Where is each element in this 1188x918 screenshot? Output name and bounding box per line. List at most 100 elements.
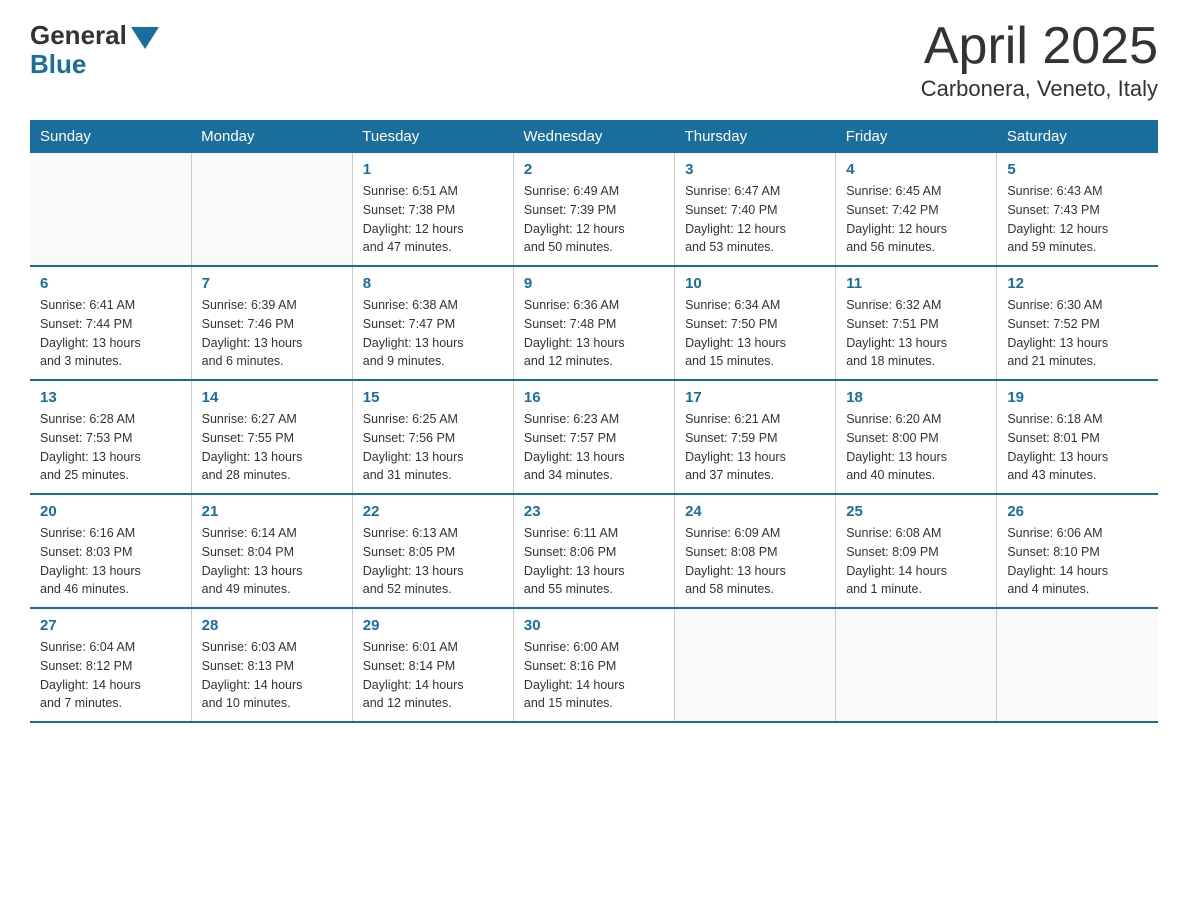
title-block: April 2025 Carbonera, Veneto, Italy [921,20,1158,102]
calendar-cell: 21 Sunrise: 6:14 AM Sunset: 8:04 PM Dayli… [191,494,352,608]
calendar-cell: 17Sunrise: 6:21 AM Sunset: 7:59 PM Dayli… [675,380,836,494]
day-number: 24 [685,503,825,520]
day-info: Sunrise: 6:27 AM Sunset: 7:55 PM Dayligh… [202,410,342,485]
weekday-header-monday: Monday [191,120,352,153]
day-info: Sunrise: 6:47 AM Sunset: 7:40 PM Dayligh… [685,182,825,257]
weekday-header-thursday: Thursday [675,120,836,153]
day-number: 3 [685,161,825,178]
day-info: Sunrise: 6:43 AM Sunset: 7:43 PM Dayligh… [1007,182,1148,257]
calendar-cell: 16Sunrise: 6:23 AM Sunset: 7:57 PM Dayli… [513,380,674,494]
calendar-cell: 20Sunrise: 6:16 AM Sunset: 8:03 PM Dayli… [30,494,191,608]
calendar-cell [997,608,1158,722]
calendar-cell [30,153,191,266]
day-info: Sunrise: 6:18 AM Sunset: 8:01 PM Dayligh… [1007,410,1148,485]
day-number: 14 [202,389,342,406]
day-info: Sunrise: 6:30 AM Sunset: 7:52 PM Dayligh… [1007,296,1148,371]
day-number: 11 [846,275,986,292]
calendar-week-4: 20Sunrise: 6:16 AM Sunset: 8:03 PM Dayli… [30,494,1158,608]
day-info: Sunrise: 6:32 AM Sunset: 7:51 PM Dayligh… [846,296,986,371]
day-info: Sunrise: 6:20 AM Sunset: 8:00 PM Dayligh… [846,410,986,485]
day-info: Sunrise: 6:04 AM Sunset: 8:12 PM Dayligh… [40,638,181,713]
calendar-cell: 22 Sunrise: 6:13 AM Sunset: 8:05 PM Dayli… [352,494,513,608]
calendar-cell: 4Sunrise: 6:45 AM Sunset: 7:42 PM Daylig… [836,153,997,266]
calendar-cell: 25 Sunrise: 6:08 AM Sunset: 8:09 PM Dayli… [836,494,997,608]
calendar-cell [191,153,352,266]
weekday-header-friday: Friday [836,120,997,153]
day-number: 2 [524,161,664,178]
calendar-header: SundayMondayTuesdayWednesdayThursdayFrid… [30,120,1158,153]
logo-general-text: General [30,20,127,51]
weekday-header-row: SundayMondayTuesdayWednesdayThursdayFrid… [30,120,1158,153]
day-number: 4 [846,161,986,178]
weekday-header-tuesday: Tuesday [352,120,513,153]
logo: General Blue [30,20,159,80]
calendar-cell: 10 Sunrise: 6:34 AM Sunset: 7:50 PM Dayli… [675,266,836,380]
calendar-cell: 11 Sunrise: 6:32 AM Sunset: 7:51 PM Dayli… [836,266,997,380]
day-info: Sunrise: 6:36 AM Sunset: 7:48 PM Dayligh… [524,296,664,371]
day-info: Sunrise: 6:03 AM Sunset: 8:13 PM Dayligh… [202,638,342,713]
day-number: 6 [40,275,181,292]
calendar-cell: 19 Sunrise: 6:18 AM Sunset: 8:01 PM Dayli… [997,380,1158,494]
calendar-title: April 2025 [921,20,1158,72]
calendar-cell: 9 Sunrise: 6:36 AM Sunset: 7:48 PM Daylig… [513,266,674,380]
calendar-cell: 6 Sunrise: 6:41 AM Sunset: 7:44 PM Daylig… [30,266,191,380]
day-number: 29 [363,617,503,634]
calendar-cell: 7Sunrise: 6:39 AM Sunset: 7:46 PM Daylig… [191,266,352,380]
calendar-week-2: 6 Sunrise: 6:41 AM Sunset: 7:44 PM Daylig… [30,266,1158,380]
day-info: Sunrise: 6:28 AM Sunset: 7:53 PM Dayligh… [40,410,181,485]
day-info: Sunrise: 6:49 AM Sunset: 7:39 PM Dayligh… [524,182,664,257]
day-info: Sunrise: 6:41 AM Sunset: 7:44 PM Dayligh… [40,296,181,371]
day-info: Sunrise: 6:39 AM Sunset: 7:46 PM Dayligh… [202,296,342,371]
calendar-cell: 14 Sunrise: 6:27 AM Sunset: 7:55 PM Dayli… [191,380,352,494]
day-number: 8 [363,275,503,292]
calendar-week-5: 27 Sunrise: 6:04 AM Sunset: 8:12 PM Dayli… [30,608,1158,722]
day-info: Sunrise: 6:13 AM Sunset: 8:05 PM Dayligh… [363,524,503,599]
calendar-cell: 26Sunrise: 6:06 AM Sunset: 8:10 PM Dayli… [997,494,1158,608]
weekday-header-wednesday: Wednesday [513,120,674,153]
calendar-table: SundayMondayTuesdayWednesdayThursdayFrid… [30,120,1158,723]
day-number: 28 [202,617,342,634]
calendar-cell: 15Sunrise: 6:25 AM Sunset: 7:56 PM Dayli… [352,380,513,494]
day-info: Sunrise: 6:06 AM Sunset: 8:10 PM Dayligh… [1007,524,1148,599]
day-info: Sunrise: 6:38 AM Sunset: 7:47 PM Dayligh… [363,296,503,371]
calendar-cell: 1Sunrise: 6:51 AM Sunset: 7:38 PM Daylig… [352,153,513,266]
calendar-cell: 18Sunrise: 6:20 AM Sunset: 8:00 PM Dayli… [836,380,997,494]
calendar-week-3: 13 Sunrise: 6:28 AM Sunset: 7:53 PM Dayli… [30,380,1158,494]
calendar-cell [675,608,836,722]
day-info: Sunrise: 6:14 AM Sunset: 8:04 PM Dayligh… [202,524,342,599]
day-number: 10 [685,275,825,292]
calendar-cell: 8 Sunrise: 6:38 AM Sunset: 7:47 PM Daylig… [352,266,513,380]
day-info: Sunrise: 6:01 AM Sunset: 8:14 PM Dayligh… [363,638,503,713]
calendar-cell: 29 Sunrise: 6:01 AM Sunset: 8:14 PM Dayli… [352,608,513,722]
calendar-cell: 13 Sunrise: 6:28 AM Sunset: 7:53 PM Dayli… [30,380,191,494]
day-number: 17 [685,389,825,406]
day-info: Sunrise: 6:34 AM Sunset: 7:50 PM Dayligh… [685,296,825,371]
calendar-cell [836,608,997,722]
calendar-cell: 23 Sunrise: 6:11 AM Sunset: 8:06 PM Dayli… [513,494,674,608]
calendar-cell: 30Sunrise: 6:00 AM Sunset: 8:16 PM Dayli… [513,608,674,722]
day-number: 27 [40,617,181,634]
calendar-cell: 12Sunrise: 6:30 AM Sunset: 7:52 PM Dayli… [997,266,1158,380]
day-info: Sunrise: 6:09 AM Sunset: 8:08 PM Dayligh… [685,524,825,599]
day-number: 22 [363,503,503,520]
day-number: 5 [1007,161,1148,178]
weekday-header-sunday: Sunday [30,120,191,153]
day-info: Sunrise: 6:11 AM Sunset: 8:06 PM Dayligh… [524,524,664,599]
calendar-cell: 2 Sunrise: 6:49 AM Sunset: 7:39 PM Daylig… [513,153,674,266]
calendar-week-1: 1Sunrise: 6:51 AM Sunset: 7:38 PM Daylig… [30,153,1158,266]
day-info: Sunrise: 6:23 AM Sunset: 7:57 PM Dayligh… [524,410,664,485]
day-number: 21 [202,503,342,520]
day-number: 23 [524,503,664,520]
day-number: 25 [846,503,986,520]
day-number: 19 [1007,389,1148,406]
calendar-subtitle: Carbonera, Veneto, Italy [921,76,1158,102]
day-info: Sunrise: 6:08 AM Sunset: 8:09 PM Dayligh… [846,524,986,599]
day-number: 15 [363,389,503,406]
logo-triangle-icon [131,27,159,49]
calendar-cell: 24 Sunrise: 6:09 AM Sunset: 8:08 PM Dayli… [675,494,836,608]
day-number: 13 [40,389,181,406]
calendar-cell: 28 Sunrise: 6:03 AM Sunset: 8:13 PM Dayli… [191,608,352,722]
calendar-cell: 27 Sunrise: 6:04 AM Sunset: 8:12 PM Dayli… [30,608,191,722]
day-info: Sunrise: 6:00 AM Sunset: 8:16 PM Dayligh… [524,638,664,713]
day-number: 9 [524,275,664,292]
